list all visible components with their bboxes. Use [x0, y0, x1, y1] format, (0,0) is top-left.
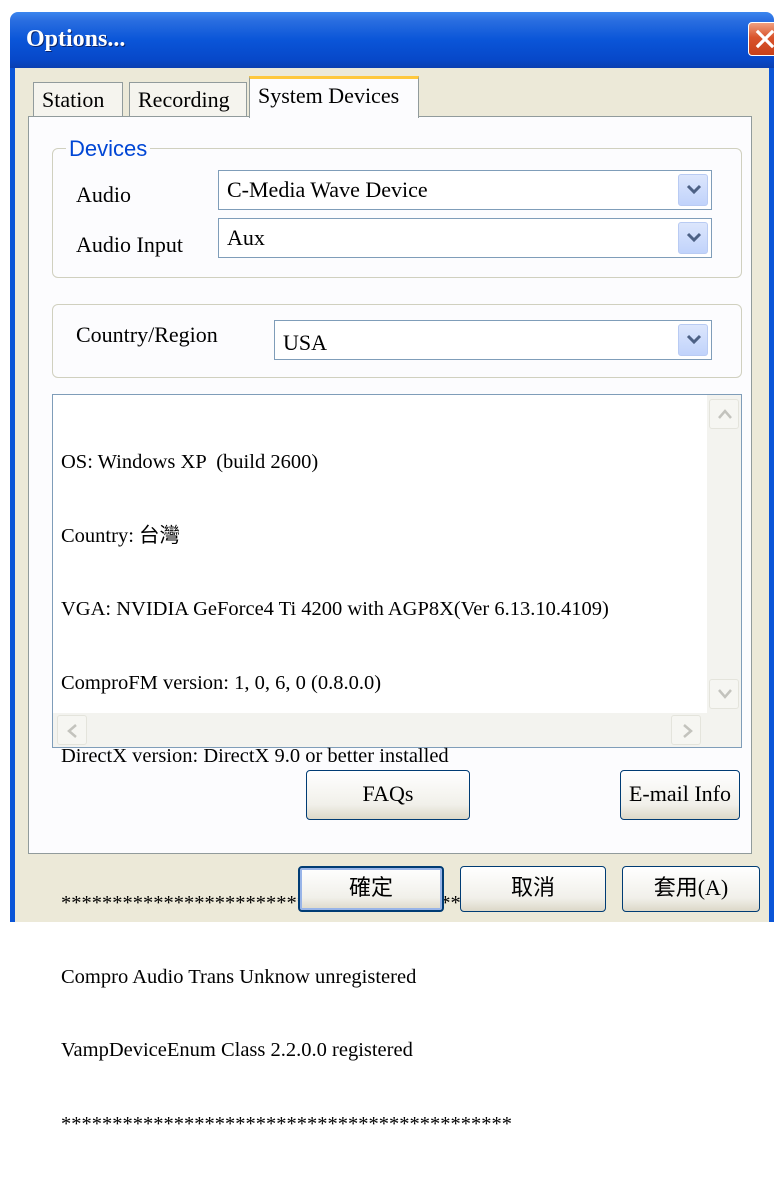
- vertical-scrollbar[interactable]: [707, 395, 741, 713]
- tab-recording[interactable]: Recording: [129, 82, 247, 116]
- audio-input-select-value: Aux: [227, 225, 265, 250]
- info-line: VampDeviceEnum Class 2.2.0.0 registered: [61, 1039, 413, 1061]
- tab-station[interactable]: Station: [33, 82, 123, 116]
- devices-group: [52, 148, 742, 278]
- info-line: VGA: NVIDIA GeForce4 Ti 4200 with AGP8X(…: [61, 598, 609, 620]
- info-line: ComproFM version: 1, 0, 6, 0 (0.8.0.0): [61, 671, 382, 694]
- info-line: Country: 台灣: [61, 524, 181, 547]
- tab-system-devices[interactable]: System Devices: [249, 76, 419, 118]
- chevron-down-icon: [686, 184, 702, 195]
- audio-input-select[interactable]: Aux: [218, 218, 712, 258]
- chevron-down-icon: [686, 232, 702, 243]
- options-window: Options... Station Recording System Devi…: [0, 0, 774, 1135]
- audio-select[interactable]: C-Media Wave Device: [218, 170, 712, 210]
- tab-system-devices-label: System Devices: [258, 83, 400, 108]
- info-line: ****************************************…: [61, 1112, 512, 1135]
- apply-button[interactable]: 套用(A): [622, 866, 760, 912]
- email-info-button[interactable]: E-mail Info: [620, 770, 740, 820]
- info-line: Compro Audio Trans Unknow unregistered: [61, 965, 417, 988]
- chevron-right-icon: [683, 724, 693, 738]
- country-region-dropdown-button[interactable]: [678, 324, 708, 356]
- chevron-up-icon: [718, 409, 732, 419]
- cancel-button[interactable]: 取消: [460, 866, 606, 912]
- info-line: OS: Windows XP (build 2600): [61, 451, 319, 473]
- scroll-up-button[interactable]: [709, 399, 739, 429]
- title-bar[interactable]: Options...: [10, 12, 774, 68]
- chevron-left-icon: [67, 724, 77, 738]
- country-region-label: Country/Region: [76, 322, 218, 347]
- country-region-select[interactable]: USA: [274, 320, 712, 360]
- close-button[interactable]: [748, 22, 774, 56]
- window-title: Options...: [26, 26, 126, 52]
- info-line: [61, 818, 701, 843]
- country-region-select-value: USA: [283, 330, 328, 355]
- scroll-right-button[interactable]: [671, 715, 701, 745]
- audio-input-label: Audio Input: [76, 232, 183, 257]
- audio-label: Audio: [76, 182, 131, 207]
- close-icon: [755, 29, 774, 49]
- scroll-down-button[interactable]: [709, 679, 739, 709]
- devices-group-legend: Devices: [66, 136, 151, 162]
- horizontal-scrollbar[interactable]: [53, 713, 707, 747]
- tab-recording-label: Recording: [138, 87, 230, 112]
- system-info-textarea[interactable]: OS: Windows XP (build 2600) Country: 台灣 …: [52, 394, 742, 1135]
- chevron-down-icon: [718, 689, 732, 699]
- window-border-right: [769, 68, 774, 922]
- faqs-button[interactable]: FAQs: [306, 770, 470, 820]
- audio-dropdown-button[interactable]: [678, 174, 708, 206]
- tab-station-label: Station: [42, 87, 105, 112]
- ok-button[interactable]: 確定: [298, 866, 444, 912]
- chevron-down-icon: [686, 334, 702, 345]
- scroll-left-button[interactable]: [57, 715, 87, 745]
- info-line: DirectX version: DirectX 9.0 or better i…: [61, 745, 449, 767]
- audio-select-value: C-Media Wave Device: [227, 177, 428, 202]
- audio-input-dropdown-button[interactable]: [678, 222, 708, 254]
- scrollbar-corner: [707, 713, 741, 747]
